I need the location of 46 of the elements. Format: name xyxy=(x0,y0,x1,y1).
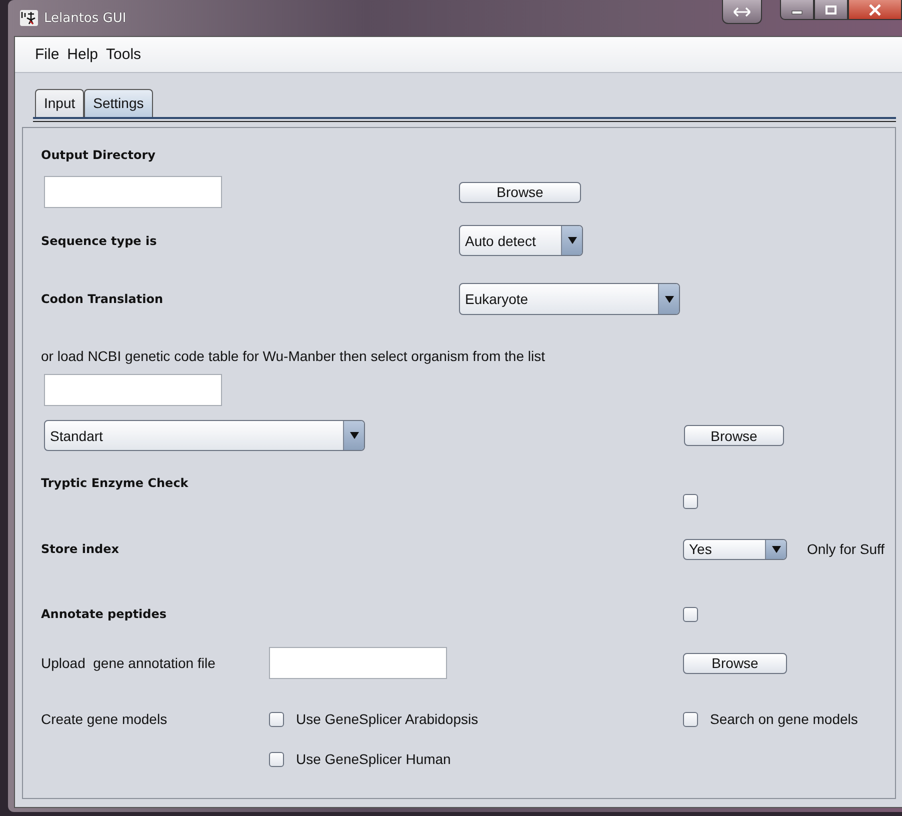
menu-item[interactable]: Help xyxy=(67,46,98,63)
tab[interactable]: Input xyxy=(35,89,84,117)
annotation-file-field[interactable] xyxy=(269,647,447,679)
checkbox-label: Use GeneSplicer Human xyxy=(296,751,451,767)
close-button[interactable] xyxy=(848,0,902,20)
maximize-icon xyxy=(825,4,837,14)
tab[interactable]: Settings xyxy=(84,89,153,117)
note-text: Only for Suff xyxy=(807,541,885,557)
checkbox[interactable] xyxy=(269,712,284,726)
field-label: Sequence type is xyxy=(41,234,158,248)
field-label: Output Directory xyxy=(41,148,156,162)
codon-translation-dropdown[interactable]: Eukaryote xyxy=(459,283,680,315)
browse-button[interactable]: Browse xyxy=(684,425,784,446)
browse-button[interactable]: Browse xyxy=(683,652,787,674)
field-label: or load NCBI genetic code table for Wu-Manber then select organism from the list xyxy=(41,348,545,364)
field-label: Create gene models xyxy=(41,711,168,727)
menu-item[interactable]: File xyxy=(35,46,60,63)
field-label: Store index xyxy=(41,542,120,556)
sequence-type-dropdown[interactable]: Auto detect xyxy=(459,225,583,256)
output-directory-field[interactable] xyxy=(44,176,222,208)
minimize-button[interactable] xyxy=(780,0,814,20)
checkbox[interactable] xyxy=(683,712,698,726)
caret-icon xyxy=(772,546,780,552)
caret-icon xyxy=(664,296,674,302)
double-arrow-icon xyxy=(733,6,751,16)
maximize-button[interactable] xyxy=(814,0,848,20)
checkbox[interactable] xyxy=(683,606,698,622)
resize-button[interactable] xyxy=(722,0,762,24)
checkbox-label: Search on gene models xyxy=(710,711,858,727)
field-label: Tryptic Enzyme Check xyxy=(41,476,190,490)
close-icon xyxy=(868,4,882,16)
checkbox[interactable] xyxy=(683,494,698,509)
app-icon xyxy=(20,10,38,26)
browse-button[interactable]: Browse xyxy=(459,182,581,202)
field-label: Annotate peptides xyxy=(41,607,168,621)
field-label: Upload gene annotation file xyxy=(41,655,216,671)
window-title: Lelantos GUI xyxy=(44,10,126,26)
genetic-code-table-field[interactable] xyxy=(44,374,222,406)
store-index-dropdown[interactable]: Yes xyxy=(683,538,787,560)
menu-item[interactable]: Tools xyxy=(106,46,142,63)
caret-icon xyxy=(350,432,358,439)
field-label: Codon Translation xyxy=(41,292,164,306)
checkbox-label: Use GeneSplicer Arabidopsis xyxy=(296,711,478,727)
checkbox[interactable] xyxy=(269,752,284,766)
organism-dropdown[interactable]: Standart xyxy=(44,420,365,451)
caret-icon xyxy=(568,237,576,244)
